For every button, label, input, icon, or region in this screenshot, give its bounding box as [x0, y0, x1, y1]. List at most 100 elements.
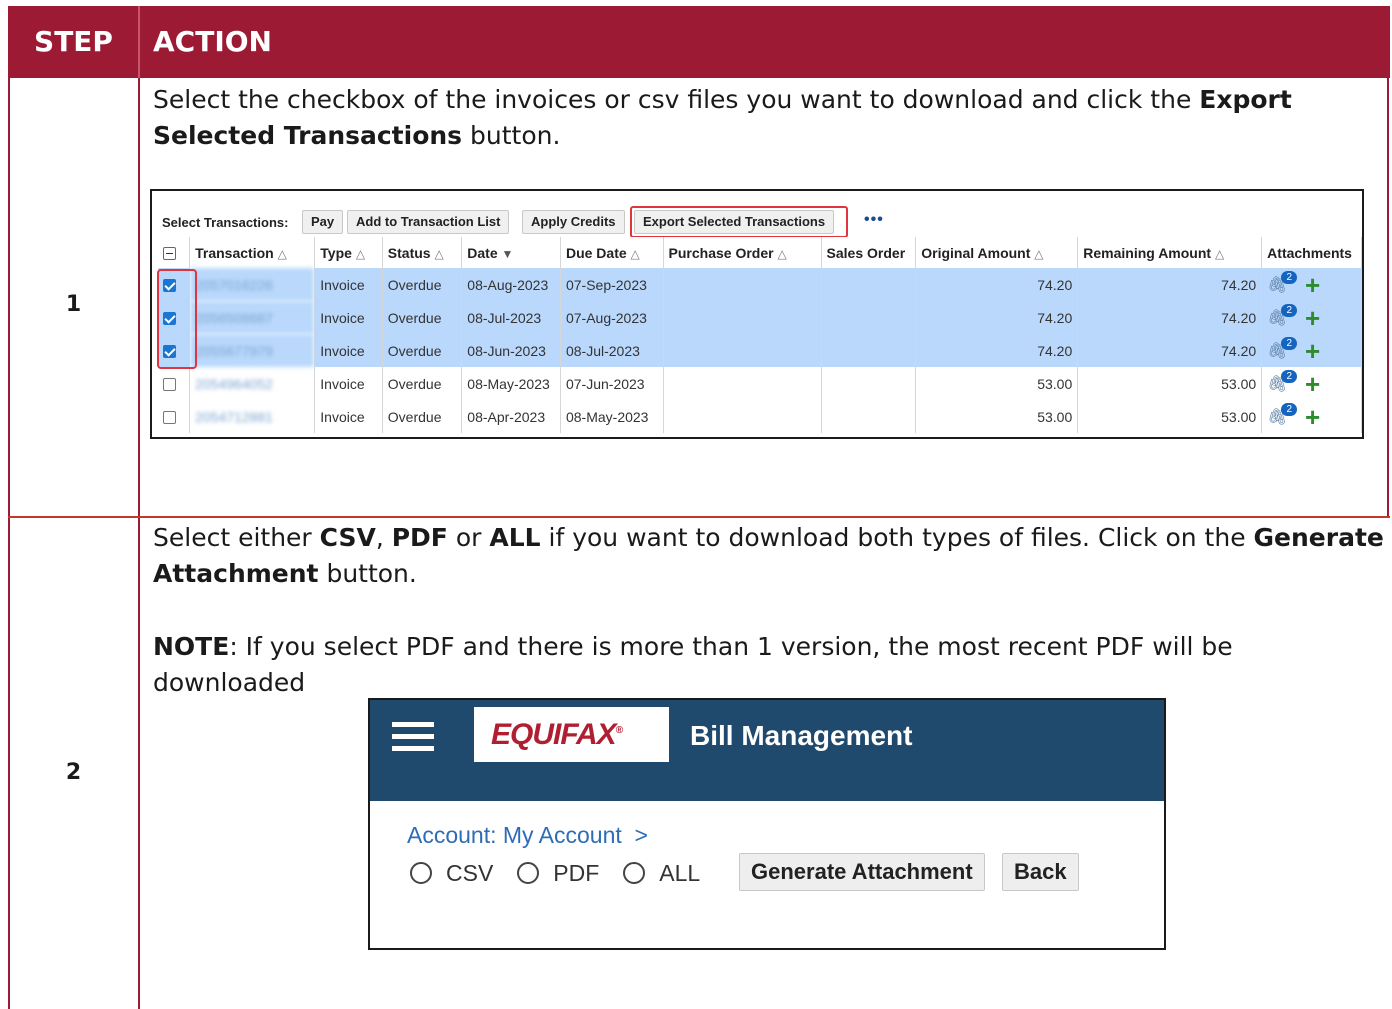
sort-arrow-icon: △: [777, 246, 787, 261]
border-middle: [138, 78, 140, 1009]
cell-remaining-amount: 74.20: [1077, 334, 1263, 367]
col-remaining-amount[interactable]: Remaining Amount △: [1077, 237, 1263, 268]
cell-so: [821, 367, 917, 400]
col-status[interactable]: Status △: [382, 237, 463, 268]
attachment-count-badge: 2: [1281, 304, 1298, 317]
cell-remaining-amount: 53.00: [1077, 367, 1263, 400]
row-checkbox[interactable]: [158, 400, 191, 433]
cell-attachments: 🖇 2 +: [1261, 268, 1362, 301]
transactions-screenshot: Select Transactions: Pay Add to Transact…: [150, 189, 1364, 439]
radio-icon[interactable]: [517, 862, 540, 884]
bill-management-screenshot: EQUIFAX® Bill Management Account: My Acc…: [368, 698, 1166, 950]
cell-date: 08-Apr-2023: [461, 400, 561, 433]
checkbox-icon[interactable]: [163, 411, 176, 425]
select-all-checkbox[interactable]: [158, 237, 191, 268]
cell-so: [821, 334, 917, 367]
cell-status: Overdue: [382, 268, 463, 301]
note-label: NOTE: [153, 632, 230, 661]
cell-date: 08-Aug-2023: [461, 268, 561, 301]
select-transactions-label: Select Transactions:: [162, 215, 289, 230]
breadcrumb[interactable]: Account: My Account >: [407, 822, 648, 849]
step-number: 1: [65, 292, 82, 317]
cell-type: Invoice: [314, 367, 383, 400]
minus-box-icon[interactable]: [163, 247, 176, 261]
grid-header-row: Transaction △ Type △ Status △ Date ▼ Due…: [158, 237, 1362, 268]
col-attachments[interactable]: Attachments: [1261, 237, 1362, 268]
plus-icon[interactable]: +: [1305, 305, 1320, 331]
cell-status: Overdue: [382, 400, 463, 433]
add-to-transaction-list-button[interactable]: Add to Transaction List: [347, 210, 510, 234]
transaction-id[interactable]: 2056508687: [189, 301, 316, 334]
option-all[interactable]: ALL: [623, 860, 700, 887]
cell-type: Invoice: [314, 268, 383, 301]
col-purchase-order[interactable]: Purchase Order △: [663, 237, 822, 268]
cell-status: Overdue: [382, 301, 463, 334]
cell-due-date: 07-Jun-2023: [560, 367, 664, 400]
plus-icon[interactable]: +: [1305, 272, 1320, 298]
option-csv[interactable]: CSV: [410, 860, 493, 887]
cell-due-date: 07-Aug-2023: [560, 301, 664, 334]
col-type[interactable]: Type △: [314, 237, 383, 268]
cell-attachments: 🖇 2 +: [1261, 367, 1362, 400]
attachment-count-badge: 2: [1281, 370, 1298, 383]
col-transaction[interactable]: Transaction △: [189, 237, 316, 268]
logo-text: EQUIFAX®: [491, 718, 623, 751]
pay-button[interactable]: Pay: [302, 210, 344, 234]
cell-po: [663, 301, 822, 334]
cell-due-date: 08-Jul-2023: [560, 334, 664, 367]
checkbox-icon[interactable]: [163, 378, 176, 392]
col-date[interactable]: Date ▼: [461, 237, 561, 268]
transaction-id[interactable]: 2054964052: [189, 367, 316, 400]
table-row[interactable]: 2056508687 Invoice Overdue 08-Jul-2023 0…: [158, 301, 1362, 334]
table-row[interactable]: 2055677979 Invoice Overdue 08-Jun-2023 0…: [158, 334, 1362, 367]
cell-remaining-amount: 74.20: [1077, 301, 1263, 334]
step-instruction: Select the checkbox of the invoices or c…: [153, 85, 1292, 150]
cell-original-amount: 53.00: [915, 400, 1079, 433]
col-sales-order[interactable]: Sales Order: [821, 237, 917, 268]
attachment-count-badge: 2: [1281, 271, 1298, 284]
cell-type: Invoice: [314, 301, 383, 334]
cell-attachments: 🖇 2 +: [1261, 301, 1362, 334]
row-divider: [8, 516, 1390, 518]
equifax-logo: EQUIFAX®: [474, 707, 669, 762]
header-action: ACTION: [153, 25, 272, 58]
table-row[interactable]: 2057016226 Invoice Overdue 08-Aug-2023 0…: [158, 268, 1362, 301]
plus-icon[interactable]: +: [1305, 404, 1320, 430]
col-due-date[interactable]: Due Date △: [560, 237, 664, 268]
table-row[interactable]: 2054964052 Invoice Overdue 08-May-2023 0…: [158, 367, 1362, 400]
col-original-amount[interactable]: Original Amount △: [915, 237, 1079, 268]
cell-po: [663, 268, 822, 301]
radio-icon[interactable]: [410, 862, 432, 884]
hamburger-menu-icon[interactable]: [392, 722, 434, 754]
generate-attachment-button[interactable]: Generate Attachment: [739, 853, 985, 891]
plus-icon[interactable]: +: [1305, 338, 1320, 364]
transactions-grid: Transaction △ Type △ Status △ Date ▼ Due…: [158, 237, 1362, 433]
cell-date: 08-Jun-2023: [461, 334, 561, 367]
more-icon[interactable]: •••: [864, 211, 884, 229]
header-divider: [138, 6, 140, 78]
back-button[interactable]: Back: [1002, 853, 1079, 891]
cell-attachments: 🖇 2 +: [1261, 400, 1362, 433]
transaction-id[interactable]: 2057016226: [189, 268, 316, 301]
apply-credits-button[interactable]: Apply Credits: [522, 210, 625, 234]
attachment-count-badge: 2: [1281, 337, 1298, 350]
note: NOTE: If you select PDF and there is mor…: [153, 629, 1388, 701]
sort-arrow-icon: △: [1034, 246, 1044, 261]
attachment-count-badge: 2: [1281, 403, 1298, 416]
cell-remaining-amount: 74.20: [1077, 268, 1263, 301]
cell-status: Overdue: [382, 334, 463, 367]
plus-icon[interactable]: +: [1305, 371, 1320, 397]
row-checkbox[interactable]: [158, 367, 191, 400]
table-row[interactable]: 2054712881 Invoice Overdue 08-Apr-2023 0…: [158, 400, 1362, 433]
cell-so: [821, 301, 917, 334]
transaction-id[interactable]: 2054712881: [189, 400, 316, 433]
radio-icon[interactable]: [623, 862, 646, 884]
cell-original-amount: 74.20: [915, 334, 1079, 367]
note-text: : If you select PDF and there is more th…: [153, 632, 1233, 697]
option-pdf[interactable]: PDF: [517, 860, 599, 887]
table-header: STEP ACTION: [8, 6, 1390, 78]
cell-status: Overdue: [382, 367, 463, 400]
sort-desc-icon: ▼: [501, 246, 514, 261]
transaction-id[interactable]: 2055677979: [189, 334, 316, 367]
cell-po: [663, 400, 822, 433]
